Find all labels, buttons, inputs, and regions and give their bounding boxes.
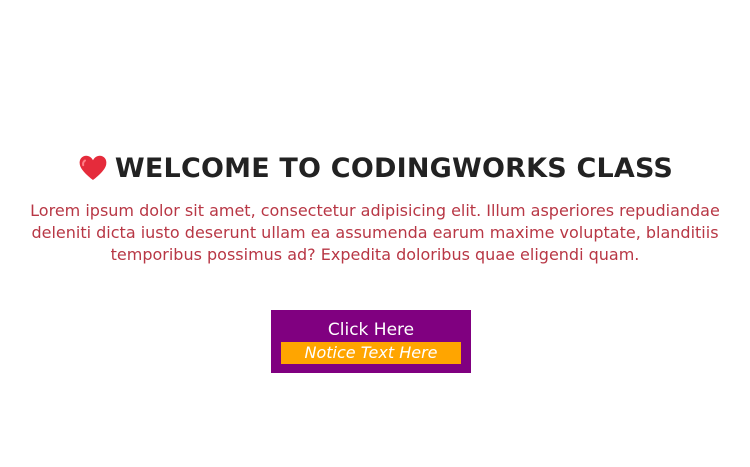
click-here-button[interactable]: Click Here Notice Text Here [271, 310, 471, 373]
title-row: WELCOME TO CODINGWORKS CLASS [77, 150, 673, 186]
click-here-label: Click Here [327, 320, 415, 340]
heart-icon [77, 152, 109, 184]
page-title: WELCOME TO CODINGWORKS CLASS [114, 152, 674, 184]
hero-description: Lorem ipsum dolor sit amet, consectetur … [30, 201, 720, 264]
notice-text: Notice Text Here [281, 342, 461, 364]
page: WELCOME TO CODINGWORKS CLASS Lorem ipsum… [0, 0, 750, 467]
hero-section: WELCOME TO CODINGWORKS CLASS Lorem ipsum… [0, 150, 750, 266]
